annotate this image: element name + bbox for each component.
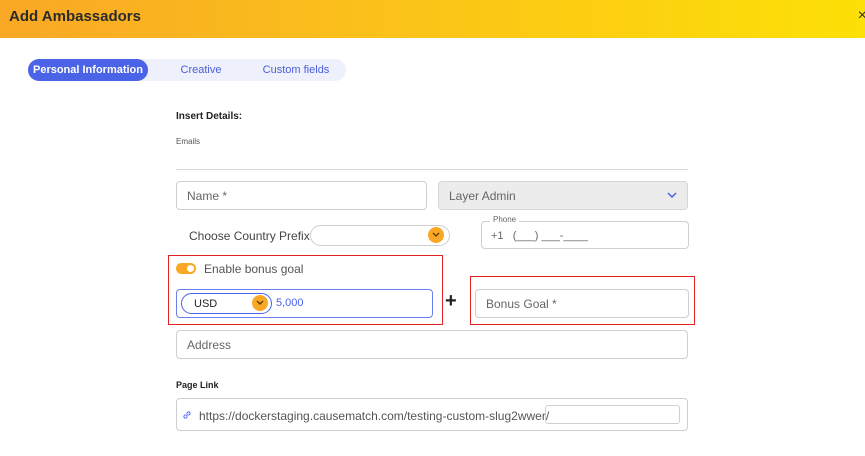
bonus-goal-field[interactable]: Bonus Goal * [475, 289, 689, 318]
currency-select[interactable]: USD [181, 293, 272, 314]
currency-value: USD [194, 298, 218, 310]
phone-value: +1 (___) ___-____ [491, 230, 588, 242]
phone-label: Phone [490, 215, 520, 224]
plus-icon: + [445, 290, 457, 312]
tab-personal-information[interactable]: Personal Information [28, 59, 148, 81]
bonus-goal-placeholder: Bonus Goal * [486, 297, 557, 311]
tab-creative[interactable]: Creative [166, 59, 236, 81]
country-prefix-label: Choose Country Prefix [189, 229, 310, 243]
page-link-field: https://dockerstaging.causematch.com/tes… [176, 398, 688, 431]
bonus-goal-toggle[interactable] [176, 263, 196, 274]
name-field[interactable]: Name * [176, 181, 427, 210]
page-link-url: https://dockerstaging.causematch.com/tes… [199, 409, 550, 423]
dialog-title: Add Ambassadors [9, 8, 141, 25]
country-prefix-select[interactable] [310, 225, 450, 246]
layer-select-value: Layer Admin [449, 189, 516, 203]
chevron-down-icon [667, 192, 677, 199]
amount-value: 5,000 [276, 297, 304, 309]
slug-input[interactable] [545, 405, 680, 424]
name-placeholder: Name * [187, 189, 228, 203]
link-icon [183, 411, 191, 419]
bonus-goal-toggle-label: Enable bonus goal [204, 262, 304, 276]
address-placeholder: Address [187, 338, 232, 352]
amount-field[interactable]: USD 5,000 [176, 289, 433, 318]
chevron-down-icon [252, 295, 268, 311]
tab-custom-fields[interactable]: Custom fields [256, 59, 336, 81]
divider [176, 169, 688, 170]
close-icon[interactable]: × [858, 7, 865, 25]
phone-mask: (___) ___-____ [512, 230, 588, 242]
layer-select[interactable]: Layer Admin [438, 181, 688, 210]
phone-prefix: +1 [491, 230, 504, 242]
section-title: Insert Details: [176, 111, 243, 122]
emails-label: Emails [176, 137, 201, 146]
page-link-label: Page Link [176, 380, 219, 390]
chevron-down-icon [428, 227, 444, 243]
dialog-header: Add Ambassadors × [0, 0, 865, 38]
phone-field[interactable]: Phone +1 (___) ___-____ [481, 215, 689, 249]
address-field[interactable]: Address [176, 330, 688, 359]
tab-bar: Personal Information Creative Custom fie… [28, 59, 346, 81]
